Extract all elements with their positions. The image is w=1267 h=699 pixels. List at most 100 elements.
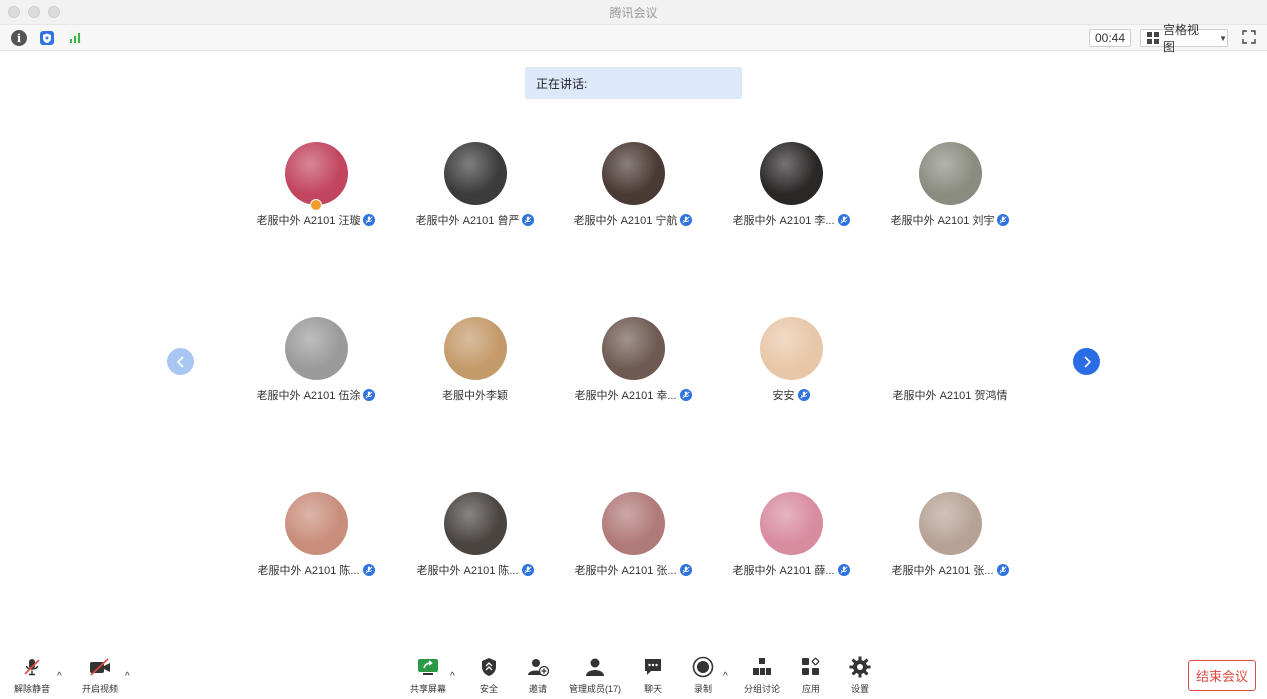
participant-name: 老服中外 A2101 曾严 <box>385 212 565 228</box>
host-badge-icon <box>310 199 322 211</box>
shield-icon[interactable] <box>39 30 55 46</box>
participant-name-text: 老服中外 A2101 陈... <box>257 565 360 577</box>
avatar <box>285 317 348 380</box>
record-icon <box>691 656 715 678</box>
window-title: 腾讯会议 <box>609 5 658 20</box>
members-label: 管理成员(17) <box>568 684 621 694</box>
apps-icon <box>799 656 823 678</box>
avatar <box>602 492 665 555</box>
zoom-window-button[interactable] <box>48 6 60 18</box>
participant-name-text: 老服中外 A2101 张... <box>574 565 677 577</box>
invite-button[interactable]: 邀请 <box>508 656 568 695</box>
participant-name-text: 老服中外 A2101 汪璇 <box>256 215 361 227</box>
close-window-button[interactable] <box>8 6 20 18</box>
breakout-label: 分组讨论 <box>743 684 780 694</box>
muted-mic-icon <box>679 564 692 576</box>
muted-mic-icon <box>680 214 693 226</box>
participant-name-text: 老服中外 A2101 陈... <box>416 565 519 577</box>
participant-name: 老服中外 A2101 陈... <box>226 562 406 578</box>
avatar <box>760 317 823 380</box>
video-label: 开启视频 <box>81 684 118 694</box>
avatar <box>760 142 823 205</box>
participant-name-text: 老服中外 A2101 薛... <box>732 565 835 577</box>
video-off-icon <box>88 656 112 678</box>
record-label: 录制 <box>693 684 712 694</box>
top-toolbar: i 00:44 宫格视图 ▼ <box>0 23 1267 54</box>
previous-page-button[interactable] <box>167 348 194 375</box>
settings-button[interactable]: 设置 <box>830 656 890 695</box>
video-options-caret[interactable]: ^ <box>125 671 130 682</box>
grid-view-dropdown[interactable]: 宫格视图 ▼ <box>1140 23 1228 54</box>
participant-name-text: 老服中外 A2101 伍涂 <box>256 390 361 402</box>
avatar <box>919 142 982 205</box>
share-screen-button[interactable]: 共享屏幕 <box>398 656 458 695</box>
muted-mic-icon <box>996 564 1009 576</box>
bottom-control-bar: 解除静音 ^ 开启视频 ^ 共享屏幕 ^ 安全 邀请 管理成员(17) 聊天 录… <box>0 652 1267 699</box>
muted-mic-icon <box>363 214 376 226</box>
manage-members-button[interactable]: 管理成员(17) <box>565 656 625 695</box>
minimize-window-button[interactable] <box>28 6 40 18</box>
participant-name: 老服中外 A2101 贺鸿情 <box>860 387 1040 403</box>
muted-mic-icon <box>679 389 692 401</box>
shield-icon <box>477 656 501 678</box>
participant-name: 老服中外 A2101 宁航 <box>543 212 723 228</box>
participant-name-text: 老服中外 A2101 宁航 <box>573 215 678 227</box>
record-options-caret[interactable]: ^ <box>723 671 728 682</box>
avatar <box>444 492 507 555</box>
participant-name: 老服中外 A2101 刘宇 <box>860 212 1040 228</box>
chat-label: 聊天 <box>643 684 662 694</box>
muted-mic-icon <box>837 214 850 226</box>
chat-icon <box>641 656 665 678</box>
participant-name-text: 老服中外 A2101 幸... <box>574 390 677 402</box>
participant-name-text: 老服中外 A2101 张... <box>891 565 994 577</box>
participant-name-text: 老服中外 A2101 贺鸿情 <box>892 390 1008 402</box>
avatar <box>444 142 507 205</box>
apps-label: 应用 <box>801 684 820 694</box>
participant-name: 老服中外 A2101 幸... <box>543 387 723 403</box>
participant-name: 老服中外 A2101 薛... <box>701 562 881 578</box>
avatar <box>919 492 982 555</box>
avatar <box>444 317 507 380</box>
chevron-left-icon <box>176 355 184 368</box>
unmute-button[interactable]: 解除静音 <box>2 656 62 695</box>
avatar <box>285 492 348 555</box>
participant-name: 老服中外 A2101 伍涂 <box>226 387 406 403</box>
participant-name: 安安 <box>701 387 881 403</box>
speaking-indicator: 正在讲话: <box>525 67 742 99</box>
muted-mic-icon <box>362 564 375 576</box>
end-meeting-button[interactable]: 结束会议 <box>1188 660 1256 691</box>
participant-name-text: 安安 <box>772 390 795 402</box>
participant-name: 老服中外李颖 <box>385 387 565 403</box>
participant-name-text: 老服中外 A2101 刘宇 <box>890 215 995 227</box>
avatar <box>760 492 823 555</box>
participant-name-text: 老服中外 A2101 曾严 <box>415 215 520 227</box>
participant-name: 老服中外 A2101 张... <box>543 562 723 578</box>
start-video-button[interactable]: 开启视频 <box>70 656 130 695</box>
muted-mic-icon <box>797 389 810 401</box>
participant-name: 老服中外 A2101 张... <box>860 562 1040 578</box>
info-icon[interactable]: i <box>11 30 27 46</box>
avatar <box>602 317 665 380</box>
muted-mic-icon <box>997 214 1010 226</box>
title-bar: 腾讯会议 <box>0 0 1267 24</box>
avatar <box>602 142 665 205</box>
next-page-button[interactable] <box>1073 348 1100 375</box>
participant-name-text: 老服中外李颖 <box>442 390 508 402</box>
grid-view-icon <box>1147 32 1159 44</box>
window-controls <box>8 6 60 18</box>
share-screen-icon <box>416 656 440 678</box>
members-icon <box>583 656 607 678</box>
gear-icon <box>848 656 872 678</box>
invite-label: 邀请 <box>528 684 547 694</box>
chevron-down-icon: ▼ <box>1219 33 1227 43</box>
chevron-right-icon <box>1083 355 1091 368</box>
signal-icon[interactable] <box>67 30 83 46</box>
audio-options-caret[interactable]: ^ <box>57 671 62 682</box>
muted-mic-icon <box>363 389 376 401</box>
view-label: 宫格视图 <box>1163 23 1200 54</box>
add-user-icon <box>526 656 550 678</box>
breakout-icon <box>750 656 774 678</box>
fullscreen-icon[interactable] <box>1242 30 1256 44</box>
share-options-caret[interactable]: ^ <box>450 671 455 682</box>
unmute-label: 解除静音 <box>13 684 50 694</box>
